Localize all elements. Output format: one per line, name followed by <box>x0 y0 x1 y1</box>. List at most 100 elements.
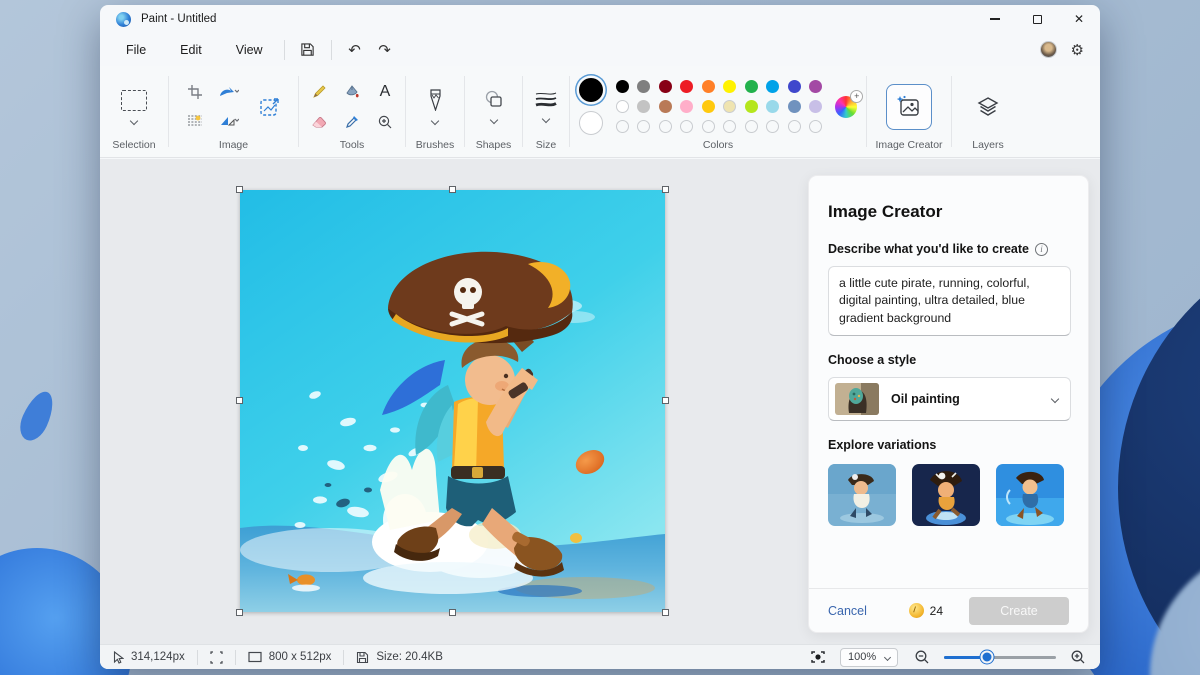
color2-swatch[interactable] <box>578 111 603 135</box>
resize-handle-w[interactable] <box>236 397 243 404</box>
layers-button[interactable] <box>976 74 1000 139</box>
palette-swatch[interactable] <box>658 80 672 93</box>
wallpaper-bloom-tip <box>14 386 60 446</box>
image-group-label: Image <box>218 139 249 151</box>
resize-handle-e[interactable] <box>662 397 669 404</box>
account-avatar[interactable] <box>1039 41 1057 58</box>
chevron-down-icon <box>541 114 551 124</box>
undo-button[interactable]: ↶ <box>340 37 370 63</box>
prompt-input[interactable]: a little cute pirate, running, colorful,… <box>828 266 1071 337</box>
resize-handle-sw[interactable] <box>236 609 243 616</box>
shapes-group: Shapes <box>465 66 522 157</box>
eraser-button[interactable] <box>304 108 335 135</box>
cancel-button[interactable]: Cancel <box>828 604 867 618</box>
palette-swatch[interactable] <box>723 120 737 133</box>
palette-swatch[interactable] <box>787 100 801 113</box>
layers-icon <box>977 96 999 116</box>
image-creator-button[interactable] <box>886 83 932 130</box>
palette-swatch[interactable] <box>787 80 801 93</box>
palette-swatch[interactable] <box>701 100 715 113</box>
palette-swatch[interactable] <box>680 120 694 133</box>
palette-swatch[interactable] <box>701 120 715 133</box>
selection-tool-button[interactable] <box>121 74 147 139</box>
save-icon <box>301 43 314 56</box>
resize-handle-n[interactable] <box>449 186 456 193</box>
settings-gear-icon[interactable]: ⚙ <box>1071 41 1084 59</box>
palette-swatch[interactable] <box>658 120 672 133</box>
palette-swatch[interactable] <box>658 100 672 113</box>
save-button[interactable] <box>293 37 323 63</box>
image-creator-icon <box>896 95 919 116</box>
variation-thumbnail-2[interactable] <box>912 464 980 527</box>
menu-view[interactable]: View <box>223 38 276 62</box>
palette-swatch[interactable] <box>615 100 629 113</box>
palette-swatch[interactable] <box>809 80 823 93</box>
palette-swatch[interactable] <box>766 100 780 113</box>
color1-swatch[interactable] <box>578 78 603 102</box>
zoom-slider[interactable] <box>944 650 1056 664</box>
brushes-button[interactable] <box>428 74 443 139</box>
redo-button[interactable]: ↷ <box>370 37 400 63</box>
palette-swatch[interactable] <box>637 120 651 133</box>
palette-swatch[interactable] <box>744 100 758 113</box>
menu-file[interactable]: File <box>113 38 159 62</box>
resize-handle-se[interactable] <box>662 609 669 616</box>
crop-button[interactable] <box>179 79 210 106</box>
palette-swatch[interactable] <box>766 80 780 93</box>
fit-to-screen-icon[interactable] <box>810 650 826 664</box>
resize-button[interactable] <box>252 89 288 125</box>
palette-swatch[interactable] <box>615 80 629 93</box>
palette-swatch[interactable] <box>766 120 780 133</box>
info-icon[interactable]: i <box>1034 242 1048 256</box>
ribbon-toolbar: Selection Image A Tools Brushes Shapes S… <box>100 66 1100 158</box>
shapes-button[interactable] <box>483 74 505 139</box>
flip-button[interactable] <box>210 108 248 135</box>
chevron-down-icon <box>1050 395 1060 404</box>
colors-group: Colors <box>570 66 866 157</box>
menu-edit[interactable]: Edit <box>167 38 215 62</box>
background-removal-button[interactable] <box>179 108 210 135</box>
zoom-level-dropdown[interactable]: 100% <box>840 647 898 667</box>
canvas-selection[interactable] <box>236 186 669 616</box>
variation-row <box>828 464 1069 527</box>
rotate-button[interactable] <box>210 79 248 106</box>
palette-swatch[interactable] <box>744 80 758 93</box>
close-button[interactable]: ✕ <box>1058 5 1100 33</box>
palette-swatch[interactable] <box>787 120 801 133</box>
palette-swatch[interactable] <box>809 120 823 133</box>
style-dropdown[interactable]: Oil painting <box>828 377 1071 422</box>
create-button[interactable]: Create <box>969 596 1069 625</box>
palette-swatch[interactable] <box>744 120 758 133</box>
resize-handle-s[interactable] <box>449 609 456 616</box>
shapes-icon <box>485 90 502 107</box>
fill-bucket-icon <box>345 84 359 97</box>
variation-thumbnail-3[interactable] <box>996 464 1064 527</box>
maximize-button[interactable] <box>1016 5 1058 33</box>
magnifier-icon <box>378 115 392 128</box>
palette-swatch[interactable] <box>615 120 629 133</box>
palette-swatch[interactable] <box>680 100 694 113</box>
pencil-button[interactable] <box>304 78 335 105</box>
palette-swatch[interactable] <box>701 80 715 93</box>
zoom-out-icon[interactable] <box>914 649 930 665</box>
palette-swatch[interactable] <box>809 100 823 113</box>
zoom-slider-thumb[interactable] <box>980 650 994 664</box>
palette-swatch[interactable] <box>680 80 694 93</box>
credits-indicator: 24 <box>908 603 943 618</box>
fill-button[interactable] <box>337 78 368 105</box>
text-tool-button[interactable]: A <box>370 78 401 105</box>
palette-swatch[interactable] <box>637 80 651 93</box>
size-button[interactable] <box>534 74 558 139</box>
magnifier-button[interactable] <box>370 108 401 135</box>
zoom-in-icon[interactable] <box>1070 649 1086 665</box>
edit-colors-wheel-icon[interactable] <box>835 89 864 118</box>
color-picker-button[interactable] <box>337 108 368 135</box>
minimize-button[interactable] <box>974 5 1016 33</box>
resize-handle-ne[interactable] <box>662 186 669 193</box>
palette-swatch[interactable] <box>723 80 737 93</box>
palette-swatch[interactable] <box>637 100 651 113</box>
style-thumbnail <box>835 383 879 416</box>
variation-thumbnail-1[interactable] <box>828 464 896 527</box>
resize-handle-nw[interactable] <box>236 186 243 193</box>
palette-swatch[interactable] <box>723 100 737 113</box>
